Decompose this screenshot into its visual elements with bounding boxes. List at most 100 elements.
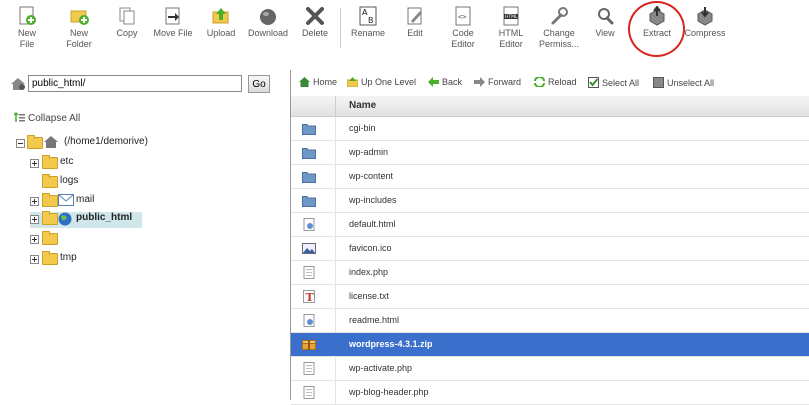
copy-button[interactable]: Copy xyxy=(110,6,144,39)
view-icon xyxy=(595,6,615,26)
file-name: wordpress-4.3.1.zip xyxy=(349,339,433,349)
move-file-button[interactable]: Move File xyxy=(150,6,196,39)
new-folder-button[interactable]: New Folder xyxy=(62,6,96,50)
file-name: wp-admin xyxy=(349,147,389,157)
file-name: wp-includes xyxy=(349,195,397,205)
go-button[interactable]: Go xyxy=(248,75,270,93)
expand-toggle-icon[interactable] xyxy=(30,159,39,168)
text-file-icon xyxy=(303,266,315,279)
svg-text:<>: <> xyxy=(458,13,466,21)
file-name: readme.html xyxy=(349,315,400,325)
view-button[interactable]: View xyxy=(590,6,620,39)
up-one-level-link[interactable]: Up One Level xyxy=(346,77,417,88)
tree-item-tmp[interactable]: tmp xyxy=(30,251,130,268)
tree-item-public-html[interactable]: public_html xyxy=(30,211,142,228)
file-name: default.html xyxy=(349,219,396,229)
code-editor-icon: <> xyxy=(453,6,473,26)
select-all-link[interactable]: Select All xyxy=(588,77,639,88)
svg-text:B: B xyxy=(368,16,374,25)
back-link[interactable]: Back xyxy=(428,77,462,87)
collapse-all-link[interactable]: Collapse All xyxy=(13,111,80,126)
folder-icon xyxy=(302,172,316,183)
tree-item-etc[interactable]: etc xyxy=(30,155,130,172)
expand-toggle-icon[interactable] xyxy=(30,255,39,264)
back-arrow-icon xyxy=(428,77,439,87)
table-row[interactable]: favicon.ico xyxy=(291,237,809,261)
tree-root[interactable]: (/home1/demorive) xyxy=(16,135,216,152)
path-input[interactable] xyxy=(28,75,242,92)
zip-file-icon xyxy=(302,340,316,350)
file-manager-toolbar: New File New Folder Copy Move File Uploa… xyxy=(0,0,809,64)
expand-toggle-icon[interactable] xyxy=(30,235,39,244)
html-file-icon xyxy=(303,314,315,327)
table-row[interactable]: default.html xyxy=(291,213,809,237)
tree-item-unnamed[interactable] xyxy=(30,231,130,248)
table-row[interactable]: T license.txt xyxy=(291,285,809,309)
table-row[interactable]: wp-blog-header.php xyxy=(291,381,809,405)
delete-button[interactable]: Delete xyxy=(298,6,332,39)
table-row[interactable]: wp-activate.php xyxy=(291,357,809,381)
copy-icon xyxy=(117,6,137,26)
folder-icon xyxy=(302,148,316,159)
tree-item-label: mail xyxy=(76,194,95,205)
forward-link-label: Forward xyxy=(488,77,522,87)
download-button[interactable]: Download xyxy=(246,6,290,39)
text-file-icon xyxy=(303,386,315,399)
code-editor-label: Code Editor xyxy=(451,28,475,49)
delete-label: Delete xyxy=(301,28,328,38)
tree-item-label: tmp xyxy=(60,252,77,263)
collapse-toggle-icon[interactable] xyxy=(16,139,25,148)
toolbar-separator xyxy=(340,8,341,48)
forward-link[interactable]: Forward xyxy=(474,77,521,87)
table-row[interactable]: wp-content xyxy=(291,165,809,189)
up-one-level-label: Up One Level xyxy=(361,77,417,87)
forward-arrow-icon xyxy=(474,77,485,87)
download-icon xyxy=(258,6,278,26)
html-file-icon xyxy=(303,218,315,231)
text-file-icon xyxy=(303,362,315,375)
table-row[interactable]: readme.html xyxy=(291,309,809,333)
expand-toggle-icon[interactable] xyxy=(30,197,39,206)
html-editor-button[interactable]: HTML HTML Editor xyxy=(494,6,528,50)
file-name: wp-blog-header.php xyxy=(349,387,429,397)
code-editor-button[interactable]: <> Code Editor xyxy=(446,6,480,50)
icon-column-header xyxy=(291,96,336,116)
tree-item-label: etc xyxy=(60,156,74,167)
expand-toggle-icon[interactable] xyxy=(30,215,39,224)
svg-text:T: T xyxy=(306,291,315,303)
table-row-selected[interactable]: wordpress-4.3.1.zip xyxy=(291,333,809,357)
compress-label: Compress xyxy=(684,28,726,38)
table-row[interactable]: wp-includes xyxy=(291,189,809,213)
table-row[interactable]: cgi-bin xyxy=(291,117,809,141)
select-all-label: Select All xyxy=(602,78,640,88)
change-permissions-button[interactable]: Change Permiss... xyxy=(538,6,580,50)
unselect-all-link[interactable]: Unselect All xyxy=(653,77,714,88)
table-row[interactable]: wp-admin xyxy=(291,141,809,165)
home-link[interactable]: Home xyxy=(299,77,337,87)
table-row[interactable]: index.php xyxy=(291,261,809,285)
rename-button[interactable]: AB Rename xyxy=(350,6,386,39)
tree-item-logs[interactable]: logs xyxy=(30,174,130,191)
collapse-all-icon xyxy=(13,111,25,126)
compress-button[interactable]: Compress xyxy=(684,6,726,39)
tree-item-label: logs xyxy=(60,175,79,186)
new-file-button[interactable]: New File xyxy=(10,6,44,50)
file-name: wp-content xyxy=(349,171,394,181)
tree-root-label: (/home1/demorive) xyxy=(64,136,148,147)
upload-button[interactable]: Upload xyxy=(204,6,238,39)
folder-icon xyxy=(302,124,316,135)
reload-link[interactable]: Reload xyxy=(534,76,577,88)
up-level-icon xyxy=(346,77,359,88)
upload-icon xyxy=(211,6,231,26)
change-permissions-label: Change Permiss... xyxy=(538,28,579,49)
edit-button[interactable]: Edit xyxy=(400,6,430,39)
folder-icon xyxy=(42,251,58,265)
unselect-all-label: Unselect All xyxy=(667,78,715,88)
html-editor-icon: HTML xyxy=(501,6,521,26)
tree-item-label: public_html xyxy=(76,212,133,223)
move-file-icon xyxy=(163,6,183,26)
delete-icon xyxy=(305,6,325,26)
upload-label: Upload xyxy=(206,28,236,38)
name-column-header[interactable]: Name xyxy=(349,100,376,111)
tree-item-mail[interactable]: mail xyxy=(30,193,130,210)
